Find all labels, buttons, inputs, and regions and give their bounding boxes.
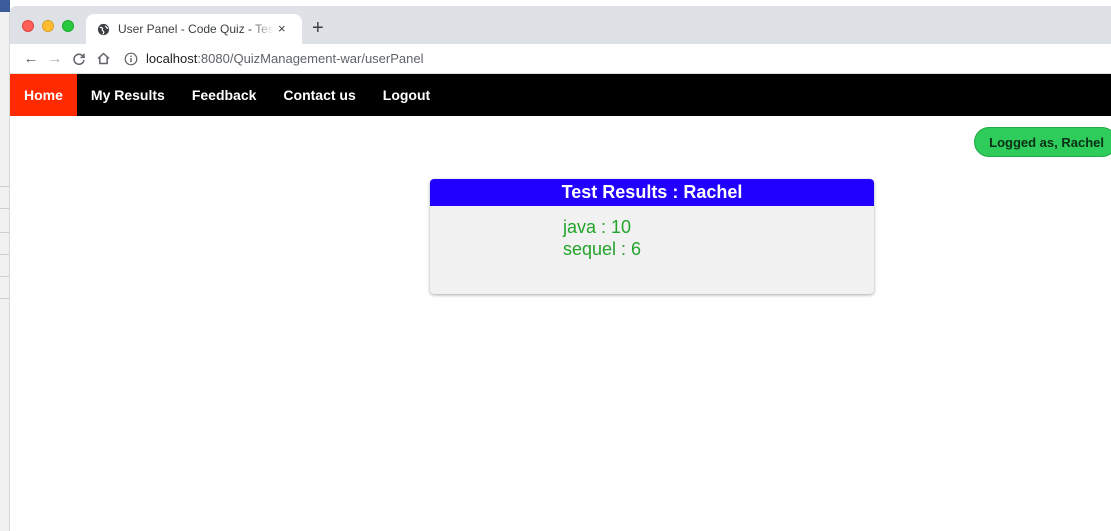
divider xyxy=(0,232,10,233)
background-strip xyxy=(0,0,10,12)
divider xyxy=(0,298,10,299)
nav-my-results[interactable]: My Results xyxy=(77,74,178,116)
background-window xyxy=(0,0,10,531)
minimize-window-button[interactable] xyxy=(42,20,54,32)
divider xyxy=(0,186,10,187)
divider xyxy=(0,276,10,277)
divider xyxy=(0,208,10,209)
browser-tab[interactable]: User Panel - Code Quiz - Test You × xyxy=(86,14,302,44)
nav-contact-us[interactable]: Contact us xyxy=(269,74,368,116)
nav-feedback[interactable]: Feedback xyxy=(178,74,270,116)
results-list: java : 10 sequel : 6 xyxy=(430,206,874,260)
close-window-button[interactable] xyxy=(22,20,34,32)
logged-in-badge: Logged as, Rachel xyxy=(974,127,1111,157)
page-content: Logged as, Rachel Test Results : Rachel … xyxy=(10,116,1111,531)
address-bar-row: ← → localhost:8080/QuizManagement-war/u… xyxy=(10,44,1111,74)
address-bar[interactable]: localhost:8080/QuizManagement-war/userPa… xyxy=(124,51,424,66)
forward-arrow-icon[interactable]: → xyxy=(44,48,66,70)
back-arrow-icon[interactable]: ← xyxy=(20,48,42,70)
screen: User Panel - Code Quiz - Test You × + ← … xyxy=(0,0,1111,531)
window-controls xyxy=(22,20,74,32)
browser-window: User Panel - Code Quiz - Test You × + ← … xyxy=(10,0,1111,531)
nav-logout[interactable]: Logout xyxy=(369,74,443,116)
nav-home[interactable]: Home xyxy=(10,74,77,116)
tab-title: User Panel - Code Quiz - Test You xyxy=(118,22,274,36)
divider xyxy=(0,254,10,255)
globe-icon xyxy=(96,22,110,36)
reload-icon[interactable] xyxy=(68,48,90,70)
url-host: localhost xyxy=(146,51,198,66)
home-icon[interactable] xyxy=(92,48,114,70)
close-tab-icon[interactable]: × xyxy=(278,22,286,36)
info-icon[interactable] xyxy=(124,52,138,66)
zoom-window-button[interactable] xyxy=(62,20,74,32)
results-title: Test Results : Rachel xyxy=(430,179,874,206)
url-path: :8080/QuizManagement-war/userPanel xyxy=(197,51,424,66)
site-navigation: Home My Results Feedback Contact us Logo… xyxy=(10,74,1111,116)
result-entry: java : 10 xyxy=(563,217,632,237)
tab-strip: User Panel - Code Quiz - Test You × + xyxy=(10,6,1111,44)
new-tab-button[interactable]: + xyxy=(312,18,324,38)
result-entry: sequel : 6 xyxy=(563,239,642,259)
results-card: Test Results : Rachel java : 10 sequel :… xyxy=(430,179,874,294)
